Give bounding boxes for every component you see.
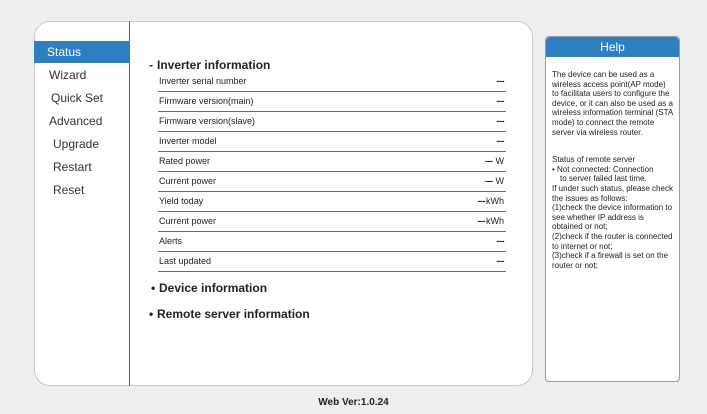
row-value: --- (496, 116, 505, 126)
row-label: Last updated (159, 256, 212, 266)
inverter-section-title: Inverter information (157, 58, 271, 72)
nav-item-wizard[interactable]: Wizard (34, 64, 130, 86)
help-title: Help (546, 37, 679, 57)
row-value: --- (496, 136, 505, 146)
info-row: Rated power --- W (158, 152, 506, 172)
device-section-title: Device information (159, 281, 268, 295)
row-value: --- W (485, 176, 505, 186)
help-body: The device can be used as a wireless acc… (546, 57, 679, 270)
nav-item-advanced[interactable]: Advanced (34, 110, 130, 132)
row-label: Current power (159, 176, 217, 186)
info-row: Current power --- W (158, 172, 506, 192)
row-label: Current power (159, 216, 217, 226)
expand-icon: • (149, 307, 154, 321)
nav-item-quick-set[interactable]: Quick Set (34, 87, 130, 109)
sidebar-nav: Status Wizard Quick Set Advanced Upgrade… (34, 41, 130, 202)
info-row: Inverter serial number --- (158, 72, 506, 92)
info-row: Yield today ---kWh (158, 192, 506, 212)
footer-version: Web Ver:1.0.24 (318, 397, 389, 408)
row-value: --- (496, 236, 505, 246)
row-value: ---kWh (477, 196, 505, 206)
nav-item-upgrade[interactable]: Upgrade (34, 133, 130, 155)
info-row: Firmware version(main) --- (158, 92, 506, 112)
row-value: --- (496, 256, 505, 266)
help-check-1: (1)check the device information to see w… (552, 203, 673, 232)
expand-icon: • (151, 281, 156, 295)
inverter-info-table: Inverter serial number --- Firmware vers… (158, 72, 506, 272)
nav-item-restart[interactable]: Restart (34, 156, 130, 178)
help-advice: If under such status, please check the i… (552, 183, 673, 203)
row-unit: kWh (486, 216, 504, 226)
info-row: Last updated --- (158, 252, 506, 272)
row-label: Inverter model (159, 136, 217, 146)
help-check-2: (2)check if the router is connected to i… (552, 231, 673, 251)
nav-item-reset[interactable]: Reset (34, 179, 130, 201)
info-row: Current power ---kWh (158, 212, 506, 232)
help-status-item-cont: to server failed last time. (560, 174, 647, 184)
help-status-item: • Not connected: Connection (552, 164, 654, 174)
nav-item-status[interactable]: Status (34, 41, 130, 63)
info-row: Firmware version(slave) --- (158, 112, 506, 132)
row-value: --- (496, 76, 505, 86)
remote-section-title: Remote server information (157, 307, 310, 321)
row-label: Yield today (159, 196, 204, 206)
row-unit: W (495, 176, 505, 186)
row-label: Alerts (159, 236, 183, 246)
device-section-header[interactable]: • Device information (151, 281, 267, 295)
row-value: --- (496, 96, 505, 106)
row-label: Firmware version(main) (159, 96, 254, 106)
remote-section-header[interactable]: • Remote server information (149, 307, 310, 321)
row-value: ---kWh (477, 216, 505, 226)
row-unit: kWh (486, 196, 504, 206)
row-label: Inverter serial number (159, 76, 247, 86)
inverter-section-header[interactable]: - Inverter information (149, 58, 270, 72)
collapse-icon: - (149, 58, 153, 72)
help-panel: Help The device can be used as a wireles… (545, 36, 680, 382)
row-label: Rated power (159, 156, 211, 166)
help-status-heading: Status of remote server (552, 155, 636, 165)
row-unit: W (495, 156, 505, 166)
info-row: Alerts --- (158, 232, 506, 252)
help-intro: The device can be used as a wireless acc… (552, 70, 673, 137)
row-value: --- W (485, 156, 505, 166)
help-check-3: (3)check if a firewall is set on the rou… (552, 251, 669, 270)
info-row: Inverter model --- (158, 132, 506, 152)
row-label: Firmware version(slave) (159, 116, 256, 126)
